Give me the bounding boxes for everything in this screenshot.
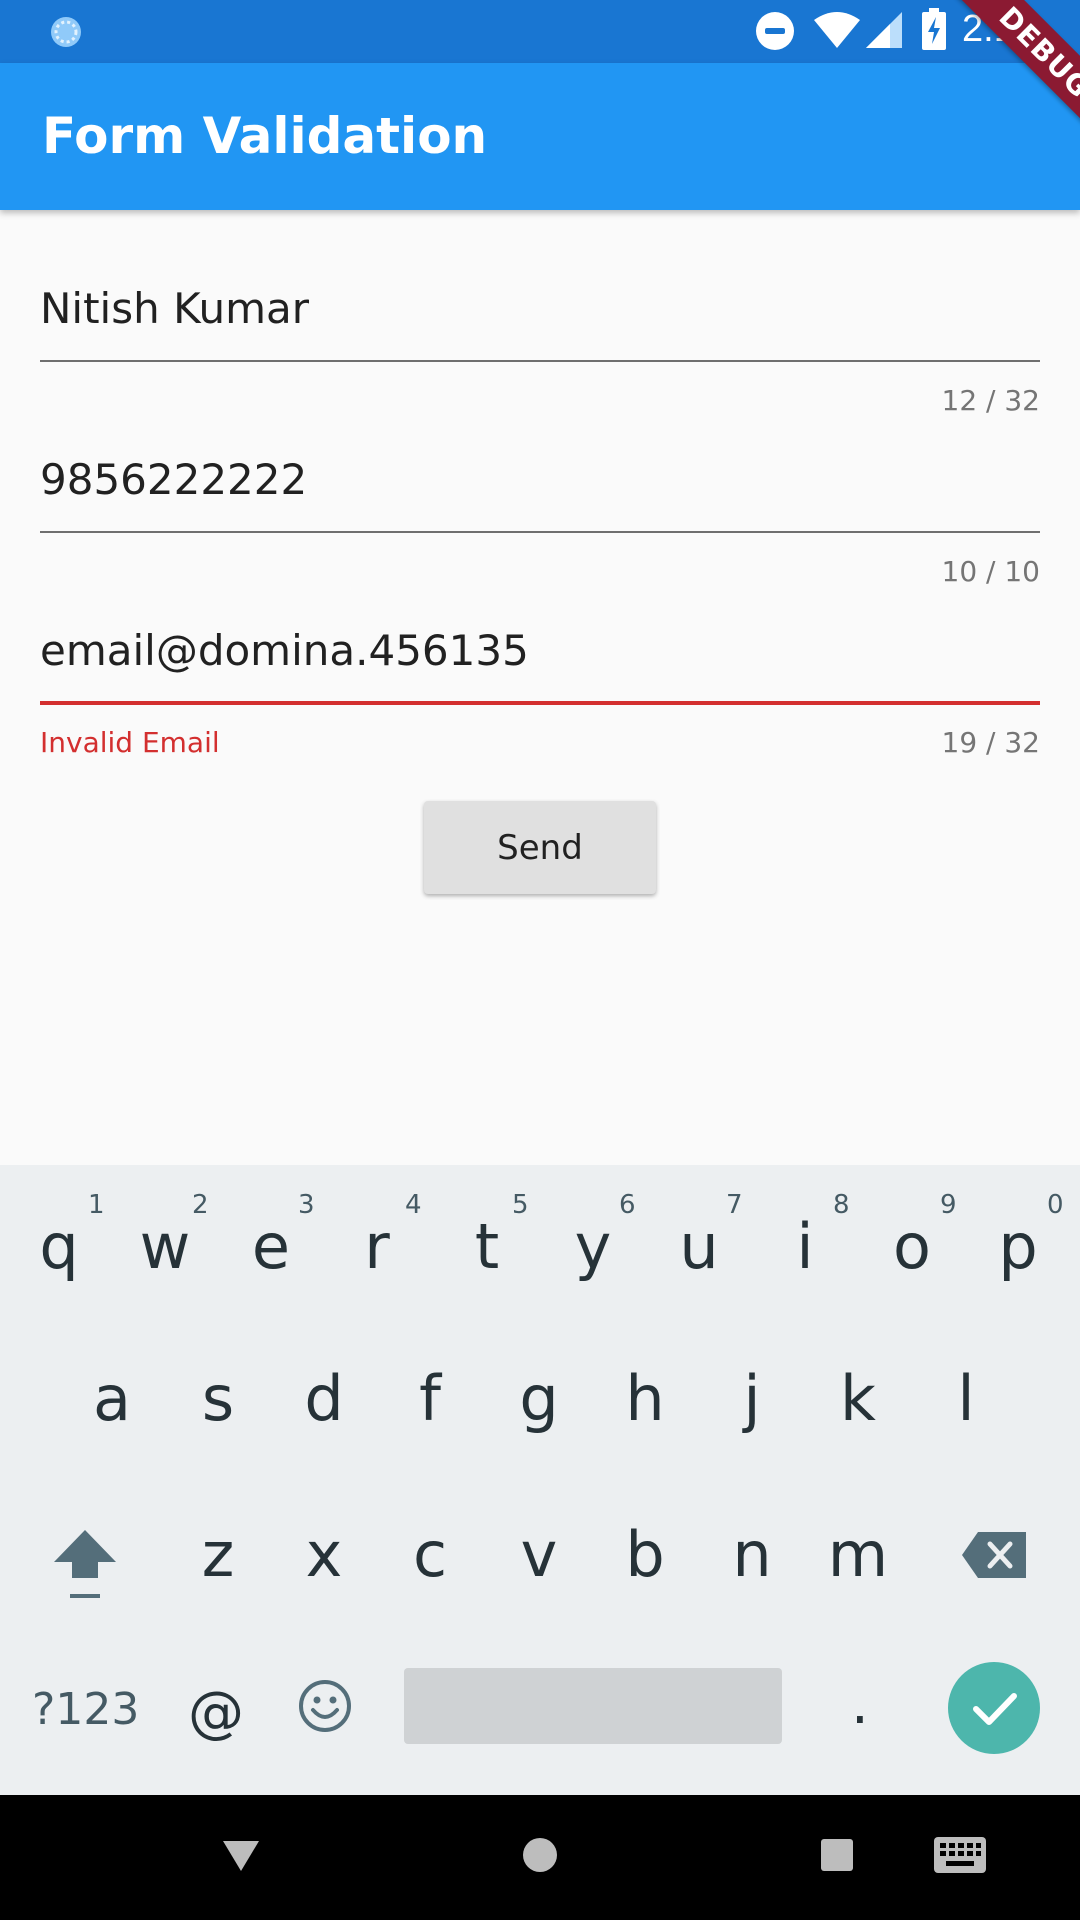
key-r-hint: 4 [405,1190,422,1220]
key-s[interactable]: s [168,1362,268,1435]
page-title: Form Validation [42,107,488,165]
key-b[interactable]: b [595,1518,695,1591]
key-d[interactable]: d [274,1362,374,1435]
key-u[interactable]: u [649,1210,749,1283]
recents-icon[interactable] [821,1839,853,1871]
key-a[interactable]: a [62,1362,162,1435]
sync-icon [51,17,81,47]
shift-icon[interactable] [50,1526,120,1606]
key-q-hint: 1 [88,1190,105,1220]
home-icon[interactable] [522,1837,558,1873]
period-key[interactable]: . [851,1672,869,1737]
name-char-counter: 12 / 32 [941,384,1041,417]
key-j[interactable]: j [702,1362,802,1435]
phone-field-underline [40,531,1040,533]
key-v[interactable]: v [489,1518,589,1591]
key-i-hint: 8 [833,1190,850,1220]
back-icon[interactable] [221,1839,261,1873]
key-p-hint: 0 [1047,1190,1064,1220]
key-l[interactable]: l [916,1362,1016,1435]
keyboard-switch-icon[interactable] [934,1837,986,1873]
email-char-counter: 19 / 32 [941,726,1041,759]
key-t-hint: 5 [512,1190,529,1220]
key-z[interactable]: z [168,1518,268,1591]
key-k[interactable]: k [808,1362,908,1435]
status-bar: 2:11 [0,0,1080,63]
key-e[interactable]: e [221,1210,321,1283]
email-error-text: Invalid Email [40,726,220,759]
key-c[interactable]: c [380,1518,480,1591]
key-r[interactable]: r [327,1210,427,1283]
key-p[interactable]: p [968,1210,1068,1283]
key-o[interactable]: o [862,1210,962,1283]
key-n[interactable]: n [702,1518,802,1591]
email-field-underline [40,701,1040,705]
key-u-hint: 7 [726,1190,743,1220]
name-field-value: Nitish Kumar [40,284,310,333]
phone-field[interactable]: 9856222222 10 / 10 [40,441,1040,591]
key-g[interactable]: g [489,1362,589,1435]
key-w-hint: 2 [192,1190,209,1220]
battery-charging-icon [922,8,946,50]
key-m[interactable]: m [808,1518,908,1591]
name-field[interactable]: Nitish Kumar 12 / 32 [40,270,1040,420]
key-y-hint: 6 [619,1190,636,1220]
email-field[interactable]: email@domina.456135 Invalid Email 19 / 3… [40,612,1040,762]
backspace-icon[interactable] [962,1532,1026,1578]
phone-char-counter: 10 / 10 [941,555,1041,588]
key-y[interactable]: y [543,1210,643,1283]
at-key[interactable]: @ [188,1680,244,1745]
cell-signal-icon [866,12,902,48]
key-t[interactable]: t [437,1210,537,1283]
key-h[interactable]: h [595,1362,695,1435]
key-w[interactable]: w [115,1210,215,1283]
symbols-key[interactable]: ?123 [32,1684,139,1735]
key-f[interactable]: f [380,1362,480,1435]
phone-field-value: 9856222222 [40,455,308,504]
space-key[interactable] [404,1668,782,1744]
emoji-icon[interactable] [297,1678,353,1734]
key-o-hint: 9 [940,1190,957,1220]
key-i[interactable]: i [755,1210,855,1283]
send-button[interactable]: Send [424,801,656,894]
done-key[interactable] [948,1662,1040,1754]
key-e-hint: 3 [298,1190,315,1220]
email-field-value: email@domina.456135 [40,626,529,675]
app-bar: Form Validation [0,63,1080,210]
key-q[interactable]: q [9,1210,109,1283]
name-field-underline [40,360,1040,362]
key-x[interactable]: x [274,1518,374,1591]
navigation-bar [0,1795,1080,1920]
wifi-icon [814,12,860,48]
do-not-disturb-icon [756,12,794,50]
check-icon [973,1693,1017,1725]
